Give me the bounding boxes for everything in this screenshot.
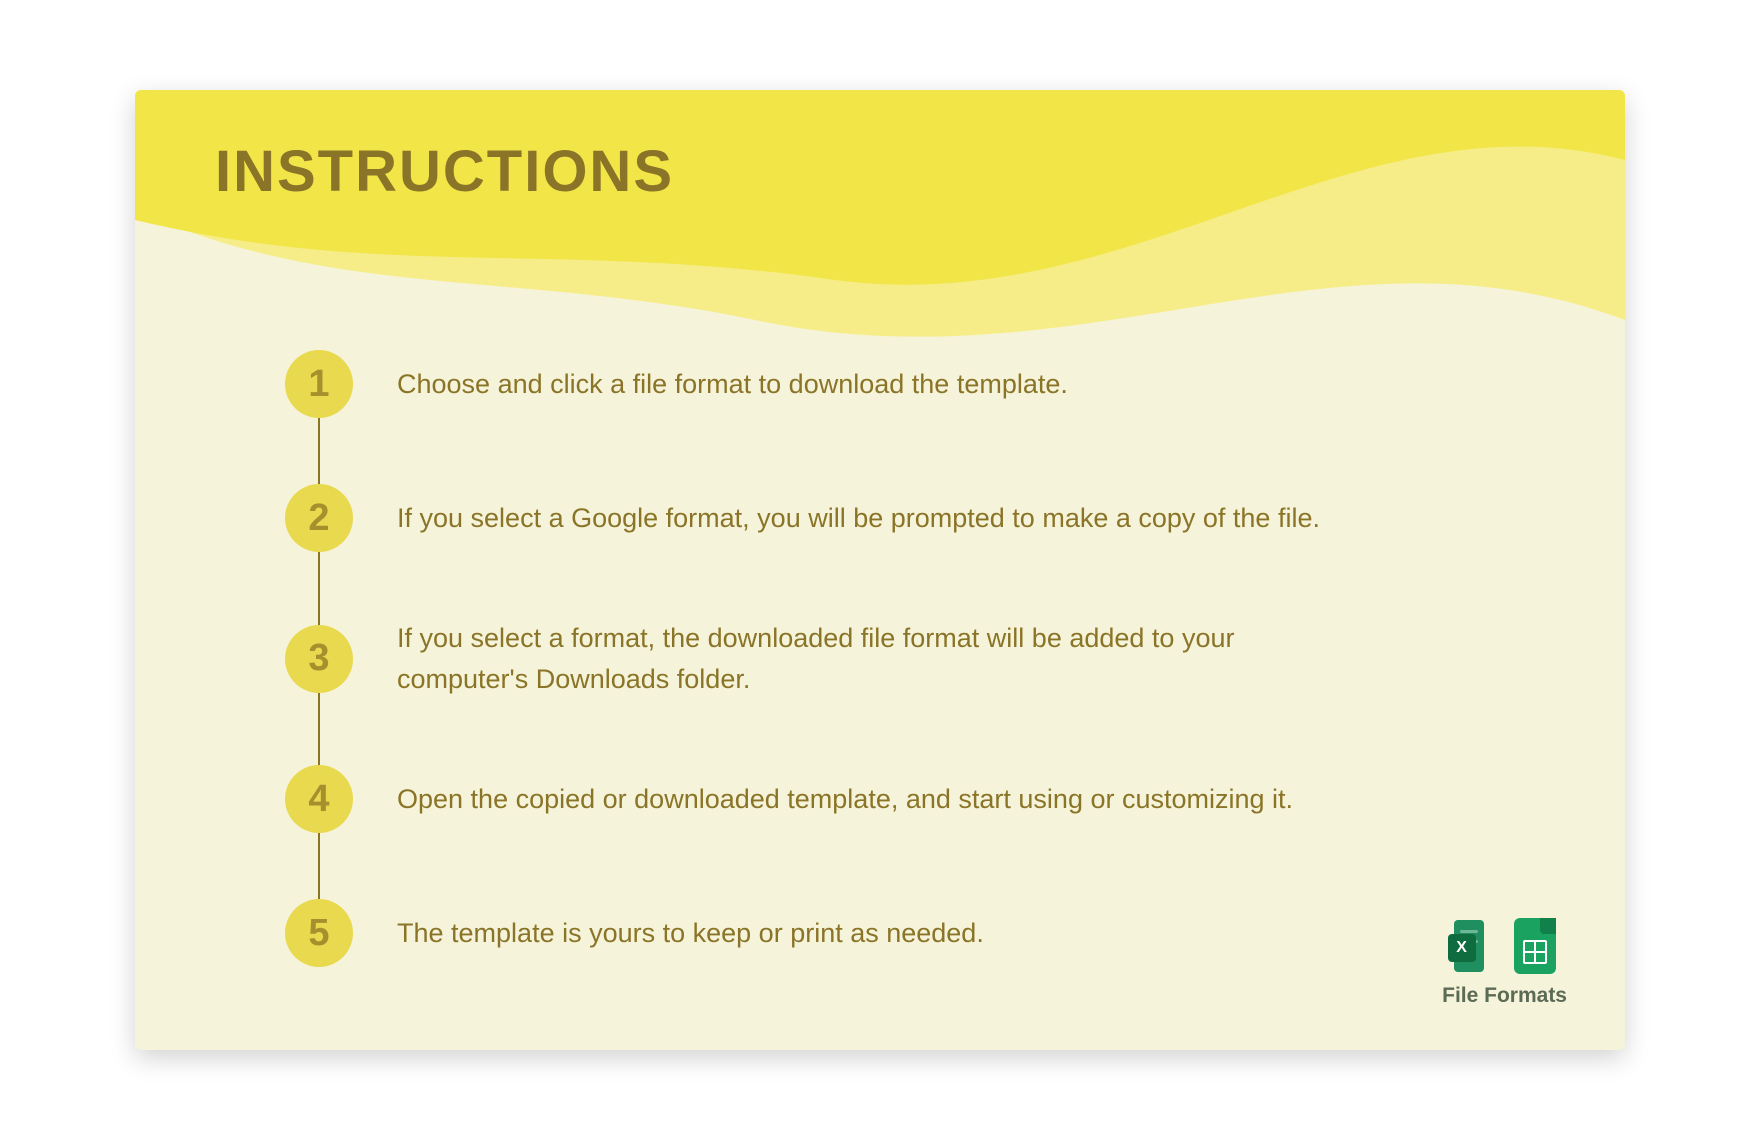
header-wave-back xyxy=(135,90,1625,370)
file-formats-label: File Formats xyxy=(1442,984,1567,1008)
header-wave-front xyxy=(135,90,1625,370)
excel-badge-letter: X xyxy=(1448,934,1476,962)
step-2: 2 If you select a Google format, you wil… xyxy=(285,484,1565,552)
excel-icon[interactable]: X xyxy=(1454,918,1500,974)
step-badge: 5 xyxy=(285,899,353,967)
file-formats-block: X File Formats xyxy=(1442,918,1567,1008)
instruction-card: INSTRUCTIONS 1 Choose and click a file f… xyxy=(135,90,1625,1050)
google-sheets-icon[interactable] xyxy=(1514,918,1556,974)
page-title: INSTRUCTIONS xyxy=(215,138,674,205)
step-4: 4 Open the copied or downloaded template… xyxy=(285,765,1565,833)
step-text: If you select a format, the downloaded f… xyxy=(397,618,1327,699)
steps-list: 1 Choose and click a file format to down… xyxy=(285,350,1565,967)
step-badge: 3 xyxy=(285,625,353,693)
step-badge: 4 xyxy=(285,765,353,833)
step-text: The template is yours to keep or print a… xyxy=(397,913,984,954)
step-text: Open the copied or downloaded template, … xyxy=(397,779,1293,820)
step-badge: 2 xyxy=(285,484,353,552)
step-badge: 1 xyxy=(285,350,353,418)
step-5: 5 The template is yours to keep or print… xyxy=(285,899,1565,967)
step-text: Choose and click a file format to downlo… xyxy=(397,364,1068,405)
step-1: 1 Choose and click a file format to down… xyxy=(285,350,1565,418)
step-3: 3 If you select a format, the downloaded… xyxy=(285,618,1565,699)
step-text: If you select a Google format, you will … xyxy=(397,498,1320,539)
